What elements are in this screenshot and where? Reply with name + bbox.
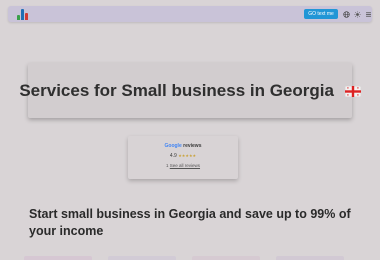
hero-title-text: Services for Small business in Georgia [19,80,334,100]
page: GO text me Services for Small business i… [0,0,380,260]
service-card[interactable] [24,256,92,260]
reviews-link-row: 1 See all reviews [128,163,238,168]
menu-icon[interactable] [364,10,372,18]
reviews-count: 1 [165,163,169,168]
google-reviews-card[interactable]: Google reviews 4.9 ★★★★★ 1 See all revie… [128,136,238,179]
hero-banner: Services for Small business in Georgia [19,63,361,118]
logo-bar-green [17,15,20,20]
text-me-button[interactable]: GO text me [304,9,338,19]
globe-icon[interactable] [342,10,350,18]
top-navbar: GO text me [8,6,372,22]
section-headline: Start small business in Georgia and save… [29,207,351,238]
rating-stars: ★★★★★ [178,153,197,158]
rating-value: 4.9 [169,153,177,159]
service-card[interactable] [108,256,176,260]
reviews-rating: 4.9 ★★★★★ [128,153,238,159]
google-wordmark: Google [164,143,182,149]
georgia-flag-icon [344,85,361,97]
logo-icon[interactable] [17,8,30,20]
reviews-brand: Google reviews [128,143,238,149]
hero-title: Services for Small business in Georgia [19,80,361,101]
logo-bar-blue [21,9,24,20]
see-all-reviews-link[interactable]: See all reviews [170,163,200,168]
service-card[interactable] [192,256,260,260]
service-card[interactable] [276,256,344,260]
logo-bar-red [25,13,28,20]
sun-icon[interactable] [353,10,361,18]
reviews-wordmark: reviews [183,143,202,149]
service-cards-row [24,256,364,260]
